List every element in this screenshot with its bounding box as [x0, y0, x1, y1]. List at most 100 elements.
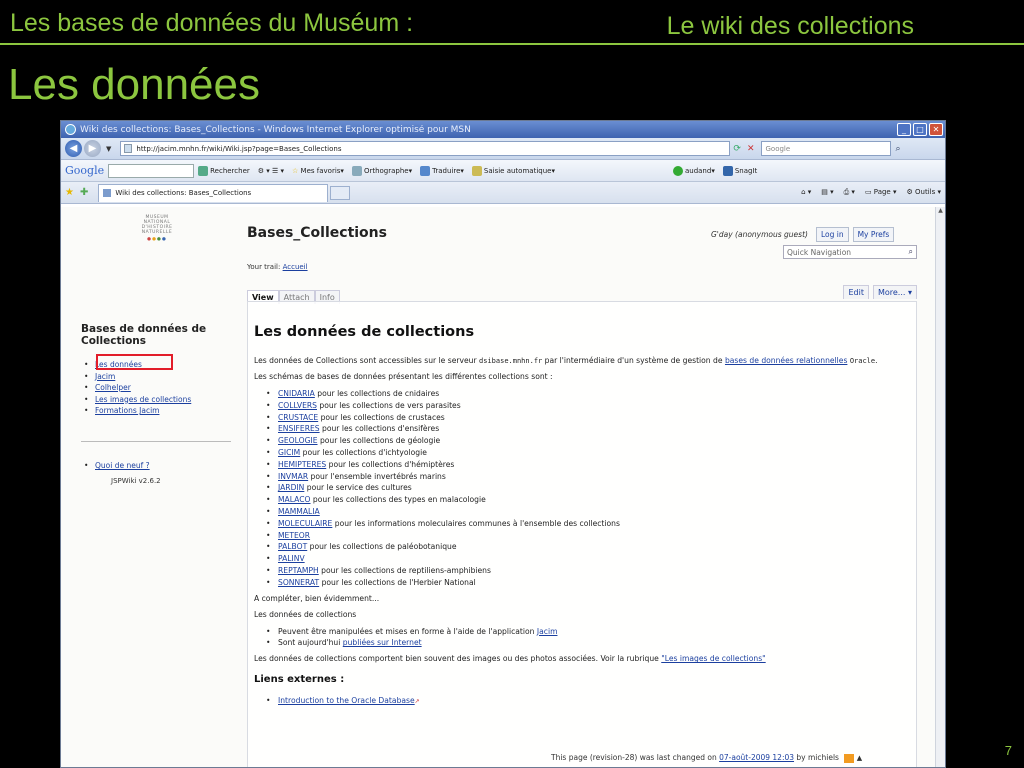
page-footer: This page (revision-28) was last changed…: [551, 753, 863, 763]
breadcrumb-home-link[interactable]: Accueil: [283, 263, 308, 271]
user-button[interactable]: audand ▾: [672, 165, 715, 176]
wiki-page: MUSEUM NATIONAL D'HISTOIRE NATURELLE ●●●…: [61, 207, 937, 767]
close-icon[interactable]: ✕: [929, 123, 943, 136]
browser-search-placeholder: Google: [765, 144, 791, 153]
published-link[interactable]: publiées sur Internet: [343, 638, 422, 647]
toolbar-misc-icons[interactable]: ⚙ ▾ ☰ ▾: [258, 167, 284, 175]
favorites-star-icon[interactable]: ★: [65, 187, 74, 198]
scroll-top-icon[interactable]: ▲: [857, 754, 862, 762]
search-icon[interactable]: ⌕: [895, 144, 900, 154]
schema-link[interactable]: COLLVERS: [278, 401, 317, 410]
login-button[interactable]: Log in: [815, 227, 849, 242]
images-link[interactable]: "Les images de collections": [661, 654, 765, 663]
rss-icon[interactable]: [844, 753, 855, 763]
content-heading: Les données de collections: [254, 324, 475, 340]
museum-logo[interactable]: MUSEUM NATIONAL D'HISTOIRE NATURELLE ●●●…: [133, 215, 181, 242]
sidebar-item-images[interactable]: Les images de collections: [81, 394, 231, 406]
schema-link[interactable]: MOLECULAIRE: [278, 519, 332, 528]
schema-link[interactable]: PALBOT: [278, 542, 307, 551]
schema-link[interactable]: METEOR: [278, 531, 310, 540]
autofill-button[interactable]: Saisie automatique ▾: [471, 165, 555, 176]
data-list: Peuvent être manipulées et mises en form…: [266, 626, 910, 650]
highlight-box: [96, 354, 173, 370]
quick-navigation-input[interactable]: Quick Navigation ⌕: [783, 245, 917, 259]
history-dropdown-icon[interactable]: ▼: [106, 145, 111, 153]
scrollbar[interactable]: ▲: [935, 207, 945, 767]
new-tab-button[interactable]: [330, 185, 351, 200]
forward-button[interactable]: ▶: [84, 140, 101, 157]
tools-menu[interactable]: ⚙ Outils ▾: [907, 188, 942, 197]
list-item: ENSIFERES pour les collections d'ensifèr…: [266, 423, 910, 435]
google-search-button[interactable]: Rechercher: [198, 165, 250, 176]
schema-link[interactable]: CNIDARIA: [278, 389, 315, 398]
translate-button[interactable]: Traduire ▾: [420, 165, 464, 176]
tab-more[interactable]: More... ▾: [872, 285, 917, 299]
rdbms-link[interactable]: bases de données relationnelles: [725, 356, 847, 365]
list-item: PALBOT pour les collections de paléobota…: [266, 541, 910, 553]
refresh-icon[interactable]: ⟳: [733, 144, 741, 154]
schemas-list: CNIDARIA pour les collections de cnidair…: [266, 388, 910, 589]
sidebar-item-jacim[interactable]: Jacim: [81, 371, 231, 383]
star-icon: ☆: [292, 166, 299, 175]
favorites-button[interactable]: ☆ Mes favoris ▾: [292, 167, 344, 175]
jacim-link[interactable]: Jacim: [537, 627, 558, 636]
stop-icon[interactable]: ✕: [747, 144, 755, 154]
schema-link[interactable]: GEOLOGIE: [278, 436, 318, 445]
oracle-intro-link[interactable]: Introduction to the Oracle Database: [278, 696, 415, 705]
sidebar-title: Bases de données de Collections: [81, 323, 207, 347]
external-links-heading: Liens externes :: [254, 674, 345, 686]
wiki-sidebar: Bases de données de Collections Les donn…: [81, 323, 231, 485]
print-icon[interactable]: ⎙ ▾: [844, 188, 855, 197]
google-logo: Google: [65, 164, 105, 177]
minimize-icon[interactable]: _: [897, 123, 911, 136]
list-item: CNIDARIA pour les collections de cnidair…: [266, 388, 910, 400]
schema-link[interactable]: GICIM: [278, 448, 300, 457]
prefs-button[interactable]: My Prefs: [852, 227, 895, 242]
add-favorite-icon[interactable]: ✚: [80, 187, 88, 198]
schema-link[interactable]: SONNERAT: [278, 578, 319, 587]
page-menu[interactable]: ▭ Page ▾: [865, 188, 897, 197]
schema-link[interactable]: PALINV: [278, 554, 305, 563]
home-icon[interactable]: ⌂ ▾: [801, 188, 811, 197]
snagit-icon: [722, 165, 733, 176]
revision-date-link[interactable]: 07-août-2009 12:03: [719, 753, 794, 762]
list-item: CRUSTACE pour les collections de crustac…: [266, 412, 910, 424]
google-search-input[interactable]: [108, 163, 195, 178]
window-title: Wiki des collections: Bases_Collections …: [80, 124, 471, 135]
intro-paragraph: Les données de Collections sont accessib…: [254, 356, 878, 365]
data-intro: Les données de collections: [254, 609, 357, 619]
schema-link[interactable]: ENSIFERES: [278, 424, 320, 433]
schema-link[interactable]: HEMIPTERES: [278, 460, 326, 469]
maximize-icon[interactable]: □: [913, 123, 927, 136]
slide-title: Les données: [8, 60, 260, 109]
spelling-button[interactable]: Orthographe ▾: [351, 165, 412, 176]
wiki-content: Les données de collections Les données d…: [247, 301, 917, 767]
schema-link[interactable]: JARDIN: [278, 483, 304, 492]
feeds-icon[interactable]: ▤ ▾: [821, 188, 833, 197]
scroll-up-icon[interactable]: ▲: [936, 207, 945, 214]
snagit-button[interactable]: SnagIt: [722, 165, 757, 176]
browser-window: Wiki des collections: Bases_Collections …: [60, 120, 946, 768]
browser-search-input[interactable]: Google: [761, 141, 892, 156]
back-button[interactable]: ◀: [65, 140, 82, 157]
schema-link[interactable]: INVMAR: [278, 472, 308, 481]
list-item: SONNERAT pour les collections de l'Herbi…: [266, 577, 910, 589]
images-paragraph: Les données de collections comportent bi…: [254, 654, 766, 664]
schema-link[interactable]: MAMMALIA: [278, 507, 320, 516]
schema-link[interactable]: MALACO: [278, 495, 311, 504]
url-input[interactable]: http://jacim.mnhn.fr/wiki/Wiki.jsp?page=…: [120, 141, 731, 156]
list-item: MOLECULAIRE pour les informations molecu…: [266, 518, 910, 530]
sidebar-item-colhelper[interactable]: Colhelper: [81, 382, 231, 394]
search-icon[interactable]: ⌕: [909, 247, 913, 257]
schema-link[interactable]: REPTAMPH: [278, 566, 319, 575]
external-list: Introduction to the Oracle Database↗: [266, 695, 910, 708]
sidebar-item-formations[interactable]: Formations Jacim: [81, 405, 231, 417]
tab-bar: ★ ✚ Wiki des collections: Bases_Collecti…: [61, 182, 945, 204]
schema-link[interactable]: CRUSTACE: [278, 413, 318, 422]
tab-edit[interactable]: Edit: [843, 285, 869, 299]
url-text: http://jacim.mnhn.fr/wiki/Wiki.jsp?page=…: [136, 144, 342, 153]
header-divider: [0, 43, 1024, 45]
list-item: MAMMALIA: [266, 506, 910, 518]
sidebar-item-whats-new[interactable]: Quoi de neuf ?: [81, 460, 231, 472]
browser-tab[interactable]: Wiki des collections: Bases_Collections: [98, 183, 329, 202]
